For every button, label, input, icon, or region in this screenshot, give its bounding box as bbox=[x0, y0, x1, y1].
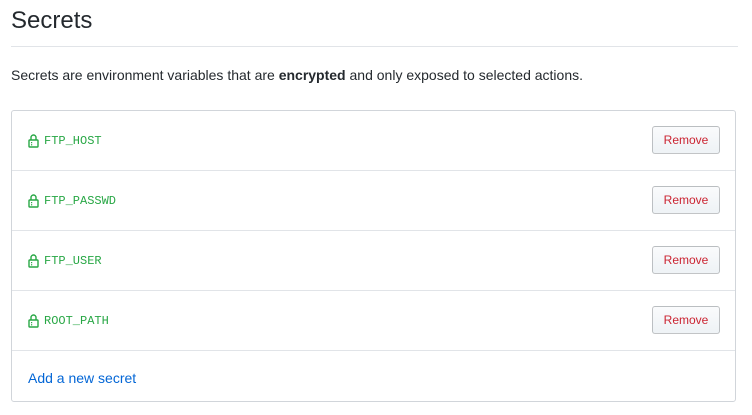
remove-secret-button[interactable]: Remove bbox=[652, 126, 720, 154]
secrets-list: FTP_HOST Remove FTP_PASSWD Remove FTP_US… bbox=[11, 110, 736, 402]
secret-name: ROOT_PATH bbox=[44, 314, 109, 328]
secret-row: FTP_USER Remove bbox=[12, 231, 735, 291]
secret-name: FTP_USER bbox=[44, 254, 102, 268]
secret-row: ROOT_PATH Remove bbox=[12, 291, 735, 351]
lock-icon bbox=[28, 314, 39, 328]
page-description: Secrets are environment variables that a… bbox=[11, 65, 583, 85]
secret-name: FTP_HOST bbox=[44, 134, 102, 148]
description-text-end: and only exposed to selected actions. bbox=[345, 67, 584, 83]
lock-icon bbox=[28, 254, 39, 268]
page-title: Secrets bbox=[11, 7, 93, 34]
remove-secret-button[interactable]: Remove bbox=[652, 306, 720, 334]
add-secret-row: Add a new secret bbox=[12, 351, 735, 403]
remove-secret-button[interactable]: Remove bbox=[652, 186, 720, 214]
secret-row: FTP_PASSWD Remove bbox=[12, 171, 735, 231]
add-new-secret-link[interactable]: Add a new secret bbox=[28, 368, 136, 388]
lock-icon bbox=[28, 134, 39, 148]
secret-row: FTP_HOST Remove bbox=[12, 111, 735, 171]
lock-icon bbox=[28, 194, 39, 208]
description-text-start: Secrets are environment variables that a… bbox=[11, 67, 279, 83]
description-emphasis: encrypted bbox=[278, 67, 346, 83]
remove-secret-button[interactable]: Remove bbox=[652, 246, 720, 274]
title-divider bbox=[11, 46, 738, 47]
secret-name: FTP_PASSWD bbox=[44, 194, 117, 208]
